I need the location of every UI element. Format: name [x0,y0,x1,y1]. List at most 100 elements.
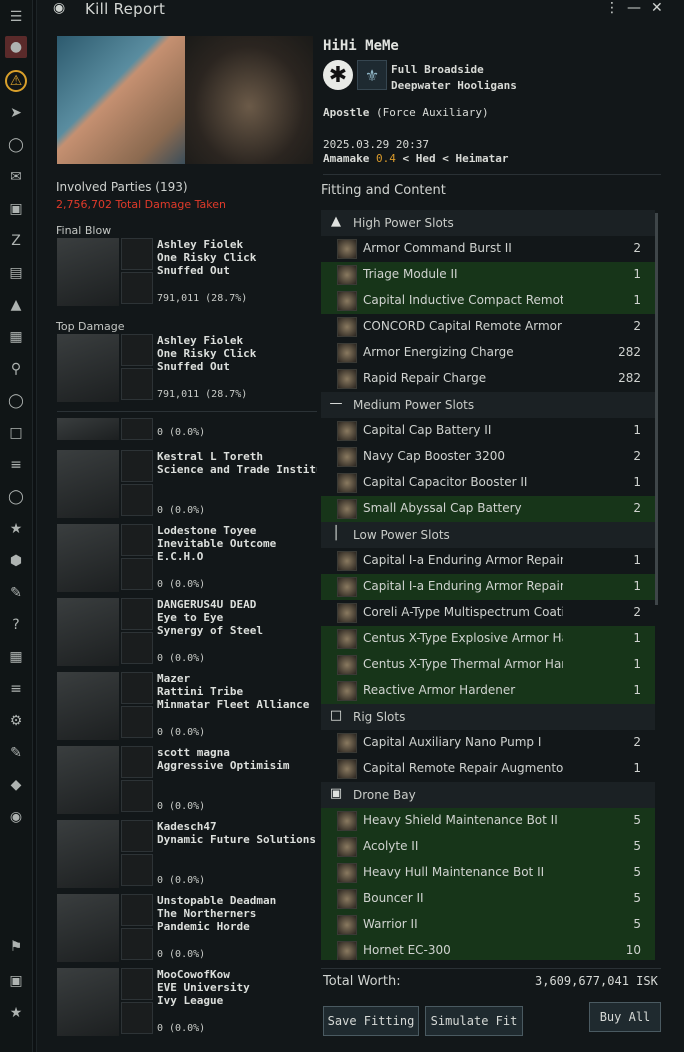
region-chain[interactable]: < Hed < Heimatar [402,152,508,165]
attacker-name[interactable]: Ashley Fiolek One Risky Click Snuffed Ou… [157,238,317,277]
attacker-row[interactable]: Mazer Rattini Tribe Minmatar Fleet Allia… [57,672,317,740]
module-name[interactable]: Capital Capacitor Booster II [363,475,563,489]
attacker-weapon-icon[interactable] [121,272,153,304]
attacker-ship-icon[interactable] [121,450,153,482]
close-button[interactable]: ✕ [651,0,663,16]
attacker-portrait[interactable] [57,334,119,402]
module-icon[interactable] [337,811,357,831]
module-name[interactable]: Centus X-Type Thermal Armor Har [363,657,563,671]
module-icon[interactable] [337,603,357,623]
module-icon[interactable] [337,941,357,960]
layers-icon[interactable]: ≡ [5,454,27,476]
fitting-icon[interactable]: ▦ [5,326,27,348]
module-row[interactable]: Bouncer II 5 [321,886,655,912]
globe-icon[interactable]: ◯ [5,486,27,508]
attacker-weapon-icon[interactable] [121,1002,153,1034]
module-name[interactable]: Armor Energizing Charge [363,345,563,359]
attacker-portrait[interactable] [57,672,119,740]
attacker-row[interactable]: Kestral L Toreth Science and Trade Insti… [57,450,317,518]
section-low-power-slots[interactable]: │ Low Power Slots [321,522,655,548]
attacker-name[interactable]: Lodestone Toyee Inevitable Outcome E.C.H… [157,524,317,563]
module-name[interactable]: Heavy Shield Maintenance Bot II [363,813,563,827]
alert-icon[interactable]: ⚠ [5,70,27,92]
attacker-ship-icon[interactable] [121,524,153,556]
module-icon[interactable] [337,343,357,363]
attacker-portrait[interactable] [57,968,119,1036]
module-name[interactable]: Heavy Hull Maintenance Bot II [363,865,563,879]
z-icon[interactable]: Z [5,230,27,252]
module-row[interactable]: Centus X-Type Thermal Armor Har 1 [321,652,655,678]
module-icon[interactable] [337,473,357,493]
module-row[interactable]: Heavy Hull Maintenance Bot II 5 [321,860,655,886]
inventory-icon[interactable]: ◯ [5,134,27,156]
module-row[interactable]: Heavy Shield Maintenance Bot II 5 [321,808,655,834]
module-name[interactable]: CONCORD Capital Remote Armor Re [363,319,563,333]
module-name[interactable]: Capital Inductive Compact Remote [363,293,563,307]
attacker-row[interactable]: MooCowofKow EVE University Ivy League 0 (… [57,968,317,1036]
attacker-ship-icon[interactable] [121,238,153,270]
module-name[interactable]: Reactive Armor Hardener [363,683,563,697]
module-icon[interactable] [337,577,357,597]
module-row[interactable]: Capital I-a Enduring Armor Repain 1 [321,574,655,600]
module-row[interactable]: Capital Inductive Compact Remote 1 [321,288,655,314]
module-name[interactable]: Hornet EC-300 [363,943,563,957]
attacker-ship-icon[interactable] [121,968,153,1000]
attacker-portrait[interactable] [57,598,119,666]
module-icon[interactable] [337,889,357,909]
module-row[interactable]: Coreli A-Type Multispectrum Coatin 2 [321,600,655,626]
module-name[interactable]: Warrior II [363,917,563,931]
save-icon[interactable]: ▣ [5,970,27,992]
module-icon[interactable] [337,733,357,753]
module-name[interactable]: Triage Module II [363,267,563,281]
diamond-icon[interactable]: ◆ [5,774,27,796]
module-row[interactable]: Navy Cap Booster 3200 2 [321,444,655,470]
menu-icon[interactable]: ☰ [5,6,27,28]
module-icon[interactable] [337,837,357,857]
attacker-weapon-icon[interactable] [121,854,153,886]
module-icon[interactable] [337,551,357,571]
attacker-row[interactable]: DANGERUS4U DEAD Eye to Eye Synergy of St… [57,598,317,666]
attacker-name[interactable]: Ashley Fiolek One Risky Click Snuffed Ou… [157,334,317,373]
top-damage-attacker[interactable]: Ashley Fiolek One Risky Click Snuffed Ou… [57,334,317,402]
attacker-portrait[interactable] [57,238,119,306]
attacker-ship-icon[interactable] [121,418,153,440]
module-icon[interactable] [337,629,357,649]
module-icon[interactable] [337,499,357,519]
attacker-name[interactable]: MooCowofKow EVE University Ivy League [157,968,317,1007]
buy-all-button[interactable]: Buy All [589,1002,661,1032]
section-medium-power-slots[interactable]: — Medium Power Slots [321,392,655,418]
attacker-portrait[interactable] [57,524,119,592]
attacker-row[interactable]: Lodestone Toyee Inevitable Outcome E.C.H… [57,524,317,592]
attacker-portrait[interactable] [57,418,119,440]
module-name[interactable]: Capital I-a Enduring Armor Repain [363,579,563,593]
section-high-power-slots[interactable]: ▲ High Power Slots [321,210,655,236]
module-icon[interactable] [337,655,357,675]
module-name[interactable]: Acolyte II [363,839,563,853]
cube-icon[interactable]: ▣ [5,198,27,220]
module-row[interactable]: Armor Command Burst II 2 [321,236,655,262]
module-row[interactable]: CONCORD Capital Remote Armor Re 2 [321,314,655,340]
module-row[interactable]: Rapid Repair Charge 282 [321,366,655,392]
attacker-portrait[interactable] [57,450,119,518]
more-options-icon[interactable]: ⋮ [605,0,619,16]
module-name[interactable]: Coreli A-Type Multispectrum Coatin [363,605,563,619]
kill-icon[interactable]: ◉ [5,806,27,828]
module-icon[interactable] [337,291,357,311]
save-fitting-button[interactable]: Save Fitting [323,1006,419,1036]
alliance-logo-icon[interactable]: ⚜ [357,60,387,90]
attacker-name[interactable]: Mazer Rattini Tribe Minmatar Fleet Allia… [157,672,317,711]
edit-icon[interactable]: ✎ [5,742,27,764]
module-name[interactable]: Rapid Repair Charge [363,371,563,385]
module-row[interactable]: Small Abyssal Cap Battery 2 [321,496,655,522]
module-name[interactable]: Capital Auxiliary Nano Pump I [363,735,563,749]
victim-ship-image[interactable] [185,36,313,164]
module-row[interactable]: Capital Auxiliary Nano Pump I 2 [321,730,655,756]
star-icon[interactable]: ★ [5,518,27,540]
module-row[interactable]: Capital Cap Battery II 1 [321,418,655,444]
star-bottom-icon[interactable]: ★ [5,1002,27,1024]
attacker-name[interactable]: Kestral L Toreth Science and Trade Insti… [157,450,317,476]
section-drone-bay[interactable]: ▣ Drone Bay [321,782,655,808]
list-icon[interactable]: ▦ [5,646,27,668]
module-row[interactable]: Acolyte II 5 [321,834,655,860]
attacker-weapon-icon[interactable] [121,632,153,664]
